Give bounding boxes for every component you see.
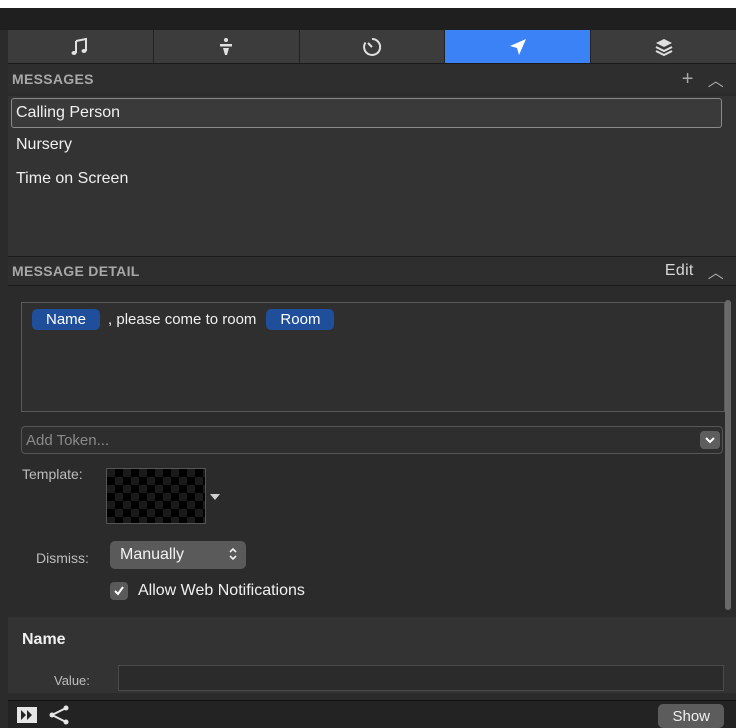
- timer-icon: [363, 37, 382, 56]
- value-label: Value:: [54, 673, 90, 688]
- messages-header: MESSAGES + ︿: [8, 64, 736, 94]
- title-strip: [0, 8, 736, 30]
- list-item[interactable]: Calling Person: [11, 98, 722, 128]
- list-item[interactable]: Nursery: [8, 128, 736, 162]
- tab-bar: [8, 30, 736, 64]
- present-icon[interactable]: [16, 706, 38, 724]
- add-token-dropdown-button[interactable]: [700, 431, 720, 449]
- allow-web-notifications-label: Allow Web Notifications: [138, 582, 305, 599]
- message-list: Calling Person Nursery Time on Screen: [8, 96, 736, 256]
- tab-media[interactable]: [8, 30, 154, 63]
- layers-icon: [655, 38, 673, 56]
- name-token[interactable]: Name: [32, 309, 101, 330]
- tab-timers[interactable]: [299, 30, 446, 63]
- tab-stage[interactable]: [153, 30, 300, 63]
- edit-button[interactable]: Edit: [665, 262, 694, 280]
- token-name-title: Name: [22, 631, 66, 648]
- updown-chevron-icon: [228, 547, 238, 564]
- chevron-down-icon: [705, 437, 715, 444]
- show-button[interactable]: Show: [658, 704, 724, 728]
- template-menu-arrow-icon[interactable]: [210, 494, 220, 500]
- tab-layers[interactable]: [591, 30, 736, 63]
- message-detail-header: MESSAGE DETAIL Edit ︿: [8, 256, 736, 286]
- add-token-placeholder: Add Token...: [26, 431, 110, 449]
- message-text-editor[interactable]: Name , please come to room Room: [21, 302, 725, 412]
- add-token-field[interactable]: Add Token...: [21, 426, 723, 454]
- checkmark-icon: [114, 586, 124, 596]
- dismiss-select[interactable]: Manually: [110, 541, 246, 569]
- value-input[interactable]: [118, 665, 724, 691]
- messages-send-icon: [509, 38, 526, 55]
- messages-header-title: MESSAGES: [12, 71, 94, 87]
- message-text: , please come to room: [108, 311, 257, 328]
- tab-messages[interactable]: [445, 30, 592, 63]
- share-icon[interactable]: [48, 705, 70, 725]
- allow-web-notifications-checkbox[interactable]: [110, 582, 128, 600]
- template-label: Template:: [22, 466, 83, 482]
- bottom-toolbar: Show: [8, 700, 736, 728]
- dismiss-value: Manually: [120, 546, 185, 563]
- window-top-edge: [0, 0, 736, 8]
- token-name-section: Name Value:: [8, 617, 736, 693]
- room-token[interactable]: Room: [266, 309, 335, 330]
- collapse-messages-icon[interactable]: ︿: [708, 67, 724, 91]
- add-message-button[interactable]: +: [682, 68, 694, 91]
- stage-icon: [220, 37, 233, 55]
- message-detail-title: MESSAGE DETAIL: [12, 263, 140, 279]
- list-item[interactable]: Time on Screen: [8, 162, 736, 196]
- collapse-detail-icon[interactable]: ︿: [708, 259, 724, 283]
- music-note-icon: [71, 37, 88, 55]
- detail-scrollbar[interactable]: [725, 300, 731, 610]
- dismiss-label: Dismiss:: [36, 550, 89, 566]
- template-thumbnail[interactable]: [106, 468, 206, 524]
- message-text-line: Name , please come to room Room: [32, 309, 342, 330]
- allow-web-notifications-row[interactable]: Allow Web Notifications: [110, 582, 305, 600]
